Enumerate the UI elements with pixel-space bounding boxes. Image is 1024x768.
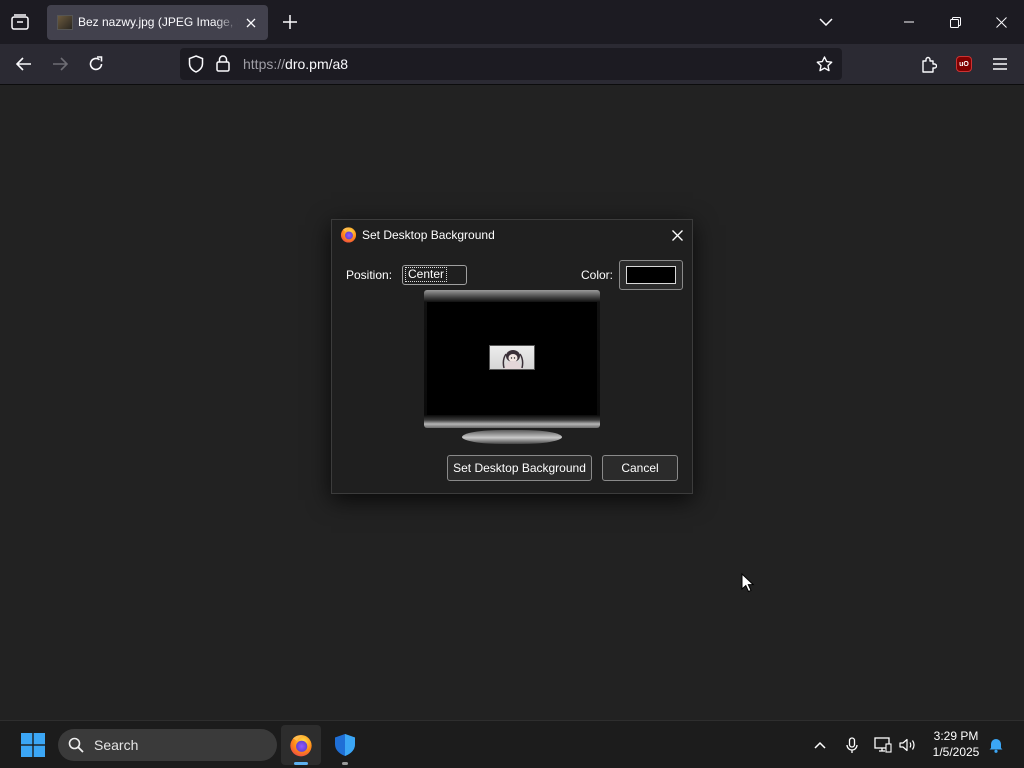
position-selected-value: Center xyxy=(404,267,448,282)
lock-icon[interactable] xyxy=(216,55,230,72)
wallpaper-preview-image xyxy=(489,345,535,370)
defender-icon xyxy=(335,734,355,756)
url-text[interactable]: https://dro.pm/a8 xyxy=(243,56,348,72)
running-indicator xyxy=(294,762,308,765)
bell-icon xyxy=(989,739,1003,753)
color-swatch xyxy=(626,266,676,284)
set-desktop-background-button[interactable]: Set Desktop Background xyxy=(447,455,592,481)
chevron-up-icon xyxy=(814,741,826,749)
bookmark-button[interactable] xyxy=(812,52,836,76)
tab-close-button[interactable] xyxy=(242,14,260,32)
restore-icon xyxy=(949,16,961,28)
new-tab-button[interactable] xyxy=(276,8,304,36)
extensions-icon xyxy=(922,56,937,73)
desktop-preview-monitor xyxy=(424,290,600,448)
menu-icon xyxy=(993,58,1007,70)
forward-icon xyxy=(53,57,68,71)
dialog-title: Set Desktop Background xyxy=(362,228,495,242)
tab-title: Bez nazwy.jpg (JPEG Image, 300 × 200 pix… xyxy=(78,15,238,29)
tab-bar: Bez nazwy.jpg (JPEG Image, 300 × 200 pix… xyxy=(0,0,1024,44)
taskbar-search-box[interactable]: Search xyxy=(58,729,277,761)
running-indicator xyxy=(342,762,348,765)
bookmark-star-icon xyxy=(816,56,832,72)
color-label: Color: xyxy=(581,268,614,282)
monitor-stand xyxy=(462,430,562,444)
volume-icon xyxy=(899,738,915,752)
chevron-down-icon xyxy=(819,18,833,26)
new-tab-icon xyxy=(283,15,297,29)
window-close-button[interactable] xyxy=(978,0,1024,44)
ublock-icon: uO xyxy=(956,56,972,72)
notifications-button[interactable] xyxy=(984,733,1008,757)
back-button[interactable] xyxy=(9,49,39,79)
close-icon xyxy=(671,229,683,241)
list-all-tabs-button[interactable] xyxy=(812,8,840,36)
window-minimize-button[interactable] xyxy=(886,0,932,44)
position-select[interactable]: Center xyxy=(402,265,467,285)
taskbar-windows-security-app[interactable] xyxy=(325,725,365,765)
microphone-tray-button[interactable] xyxy=(840,733,864,757)
firefox-icon xyxy=(340,227,357,243)
tab-list-button[interactable] xyxy=(6,8,34,36)
shield-icon[interactable] xyxy=(188,55,204,73)
search-icon xyxy=(68,737,84,753)
taskbar-clock[interactable]: 3:29 PM 1/5/2025 xyxy=(924,728,988,760)
network-tray-button[interactable] xyxy=(871,733,895,757)
set-desktop-background-dialog: Set Desktop Background Position: Center … xyxy=(331,219,693,494)
extensions-button[interactable] xyxy=(914,49,944,79)
navigation-toolbar: https://dro.pm/a8 uO xyxy=(0,44,1024,85)
start-button[interactable] xyxy=(14,727,52,763)
tab-list-icon xyxy=(11,14,29,30)
minimize-icon xyxy=(904,21,914,23)
clock-time: 3:29 PM xyxy=(933,729,979,743)
taskbar: Search 3:29 PM 1/5/2025 xyxy=(0,720,1024,768)
url-scheme: https:// xyxy=(243,56,286,72)
monitor-bezel xyxy=(424,290,600,428)
mouse-cursor-icon xyxy=(741,573,755,593)
network-icon xyxy=(874,737,892,753)
volume-tray-button[interactable] xyxy=(896,733,920,757)
show-hidden-icons-button[interactable] xyxy=(808,733,832,757)
browser-tab[interactable]: Bez nazwy.jpg (JPEG Image, 300 × 200 pix… xyxy=(47,5,268,40)
wallpaper-preview-art xyxy=(502,350,524,369)
search-placeholder: Search xyxy=(94,737,139,753)
windows-start-icon xyxy=(21,733,45,757)
taskbar-firefox-app[interactable] xyxy=(281,725,321,765)
close-icon xyxy=(995,16,1007,28)
position-label: Position: xyxy=(346,268,393,282)
back-icon xyxy=(16,57,31,71)
url-host: dro.pm/a8 xyxy=(285,56,349,72)
app-menu-button[interactable] xyxy=(985,49,1015,79)
firefox-icon xyxy=(290,735,312,757)
tab-favicon xyxy=(57,15,73,30)
forward-button[interactable] xyxy=(45,49,75,79)
ublock-origin-button[interactable]: uO xyxy=(949,49,979,79)
reload-icon xyxy=(89,56,103,71)
monitor-screen xyxy=(427,302,597,415)
color-picker-button[interactable] xyxy=(619,260,683,290)
window-restore-button[interactable] xyxy=(932,0,978,44)
cancel-button[interactable]: Cancel xyxy=(602,455,678,481)
clock-date: 1/5/2025 xyxy=(932,745,980,759)
dialog-close-button[interactable] xyxy=(666,224,688,246)
microphone-icon xyxy=(846,736,858,753)
dialog-titlebar[interactable]: Set Desktop Background xyxy=(332,220,692,250)
url-bar[interactable]: https://dro.pm/a8 xyxy=(180,48,842,80)
reload-button[interactable] xyxy=(81,49,111,79)
close-icon xyxy=(246,18,256,28)
